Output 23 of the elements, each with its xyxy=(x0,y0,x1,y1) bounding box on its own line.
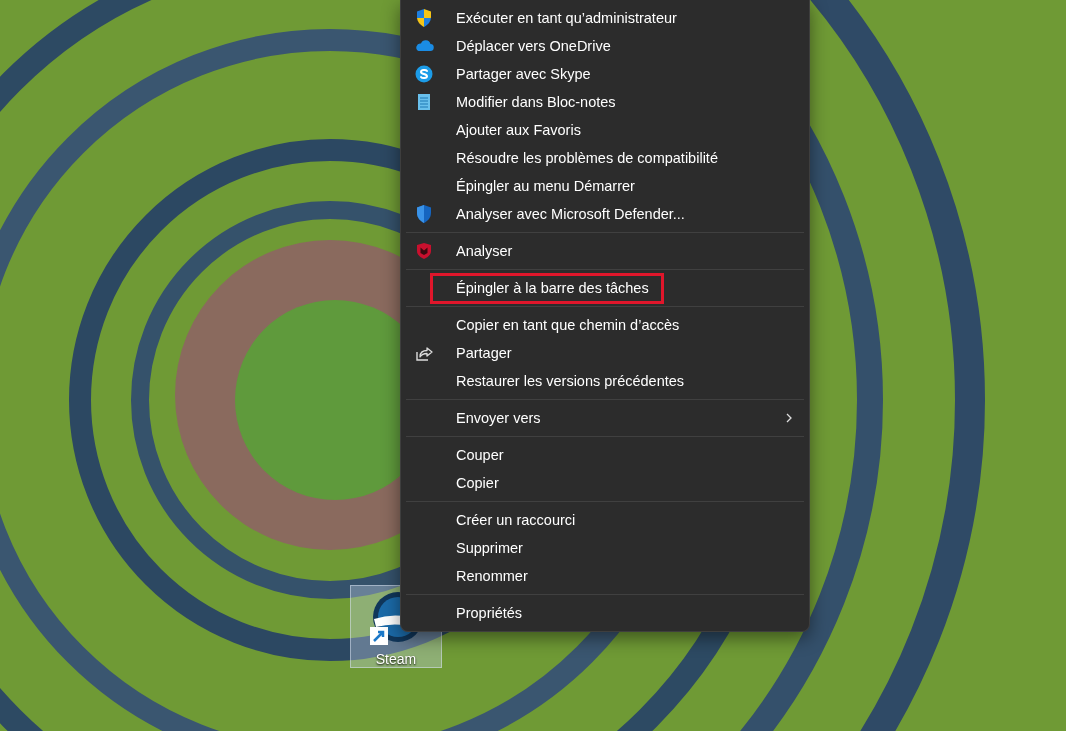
menu-item[interactable]: Partager avec Skype xyxy=(404,60,806,88)
menu-item[interactable]: Envoyer vers xyxy=(404,404,806,432)
menu-item[interactable]: Ajouter aux Favoris xyxy=(404,116,806,144)
menu-item[interactable]: Épingler à la barre des tâches xyxy=(404,274,806,302)
menu-item[interactable]: Épingler au menu Démarrer xyxy=(404,172,806,200)
menu-item[interactable]: Déplacer vers OneDrive xyxy=(404,32,806,60)
menu-item[interactable]: Copier en tant que chemin d’accès xyxy=(404,311,806,339)
menu-item[interactable]: Partager xyxy=(404,339,806,367)
menu-item[interactable]: Copier xyxy=(404,469,806,497)
menu-item[interactable]: Résoudre les problèmes de compatibilité xyxy=(404,144,806,172)
menu-item[interactable]: Analyser avec Microsoft Defender... xyxy=(404,200,806,228)
menu-item[interactable]: Modifier dans Bloc-notes xyxy=(404,88,806,116)
s-circle-icon xyxy=(414,64,434,84)
menu-item[interactable]: Créer un raccourci xyxy=(404,506,806,534)
shield-icon xyxy=(414,8,434,28)
menu-item[interactable]: Exécuter en tant qu’administrateur xyxy=(404,4,806,32)
menu-item[interactable]: Couper xyxy=(404,441,806,469)
menu-item[interactable]: Supprimer xyxy=(404,534,806,562)
menu-item[interactable]: Analyser xyxy=(404,237,806,265)
shield-icon xyxy=(414,241,434,261)
menu-item[interactable]: Restaurer les versions précédentes xyxy=(404,367,806,395)
shield-icon xyxy=(414,204,434,224)
shortcut-label: Steam xyxy=(375,651,417,667)
